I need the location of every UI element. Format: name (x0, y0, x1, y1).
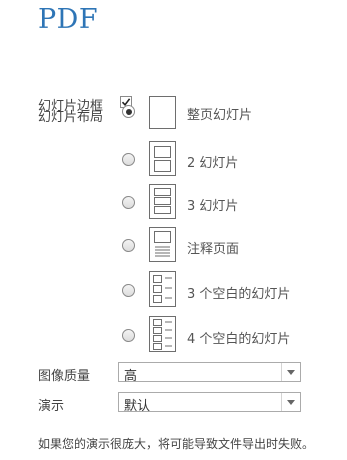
layout-option-label[interactable]: 3 个空白的幻灯片 (187, 283, 290, 302)
image-quality-label: 图像质量 (38, 369, 91, 384)
blank-lines-icon (165, 277, 172, 299)
presentation-value: 默认 (124, 399, 151, 414)
notes-lines-icon (155, 246, 170, 257)
three-blank-slides-icon (149, 271, 176, 307)
layout-radio-notes-page[interactable] (122, 239, 135, 252)
page-title: PDF (38, 4, 99, 35)
layout-radio-three-slides[interactable] (122, 196, 135, 209)
notes-page-icon (149, 227, 176, 262)
layout-radio-full-page[interactable] (122, 105, 135, 118)
image-quality-select[interactable]: 高 (118, 362, 301, 384)
four-blank-slides-icon (149, 316, 176, 352)
layout-option-label[interactable]: 4 个空白的幻灯片 (187, 328, 290, 347)
image-quality-value: 高 (124, 369, 138, 384)
two-slides-icon (149, 141, 176, 176)
three-slides-icon (149, 184, 176, 219)
full-page-slide-icon (149, 96, 176, 129)
layout-radio-three-blank-slides[interactable] (122, 284, 135, 297)
layout-option-label[interactable]: 注释页面 (187, 238, 239, 257)
layout-option-label[interactable]: 2 幻灯片 (187, 152, 238, 171)
presentation-label: 演示 (38, 399, 65, 414)
layout-radio-two-slides[interactable] (122, 153, 135, 166)
export-warning-text: 如果您的演示很庞大，将可能导致文件导出时失败。 (38, 437, 315, 451)
chevron-down-icon[interactable] (281, 393, 300, 411)
layout-option-label[interactable]: 整页幻灯片 (187, 104, 252, 123)
chevron-down-icon[interactable] (281, 363, 300, 381)
layout-option-label[interactable]: 3 幻灯片 (187, 195, 238, 214)
blank-lines-icon (165, 321, 172, 347)
presentation-select[interactable]: 默认 (118, 392, 301, 414)
layout-radio-four-blank-slides[interactable] (122, 329, 135, 342)
slide-layout-label: 幻灯片布局 (38, 110, 104, 125)
